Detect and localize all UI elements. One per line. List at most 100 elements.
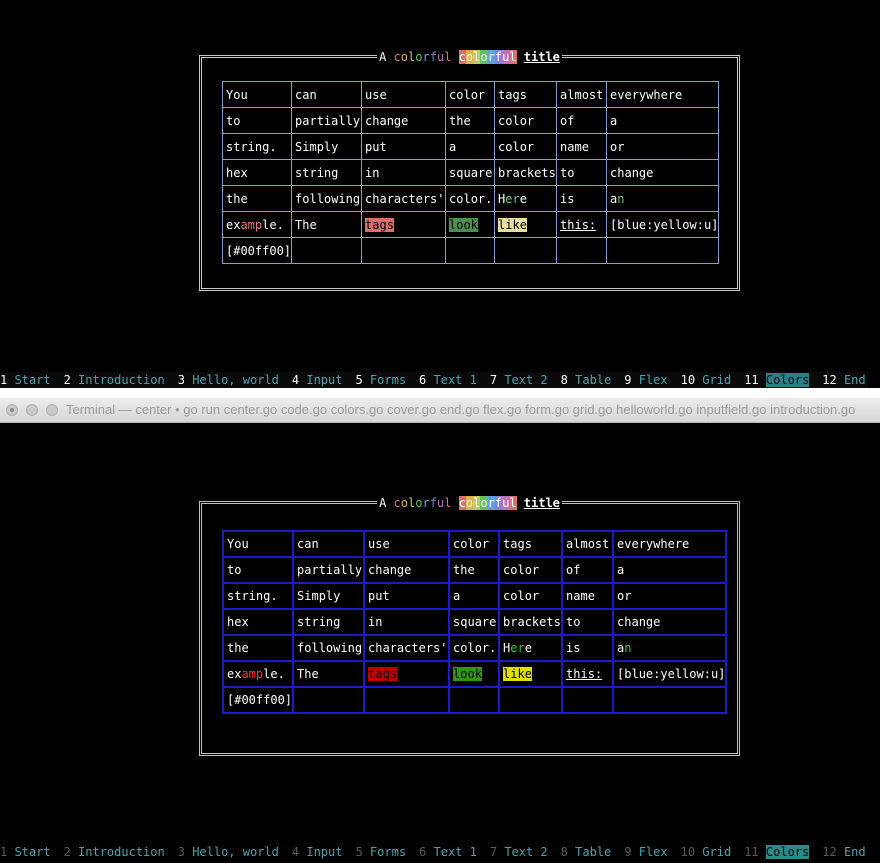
table-cell[interactable] <box>606 237 720 264</box>
table-cell[interactable]: or <box>612 582 728 610</box>
table-cell[interactable]: change <box>606 159 720 186</box>
table-cell[interactable]: of <box>561 556 615 584</box>
table-cell[interactable]: Simply <box>292 582 366 610</box>
table-cell[interactable]: change <box>361 107 447 134</box>
table-cell[interactable]: The <box>291 211 363 238</box>
table-cell[interactable]: following <box>292 634 366 662</box>
table-cell[interactable]: partially <box>291 107 363 134</box>
minimize-window-icon[interactable] <box>26 404 38 416</box>
table-cell[interactable]: characters' <box>363 634 451 662</box>
table-cell[interactable]: color. <box>448 634 501 662</box>
tab-start[interactable]: 1 Start <box>0 372 51 388</box>
table-cell[interactable]: a <box>448 582 501 610</box>
table-cell[interactable]: string <box>291 159 363 186</box>
table-cell[interactable]: Here <box>498 634 564 662</box>
table-cell[interactable]: a <box>445 133 496 160</box>
table-cell[interactable] <box>561 686 615 714</box>
table-cell[interactable]: string <box>292 608 366 636</box>
table-cell[interactable]: change <box>612 608 728 636</box>
table-cell[interactable]: example. <box>221 660 295 688</box>
table-cell[interactable] <box>361 237 447 264</box>
table-cell[interactable]: look <box>448 660 501 688</box>
table-cell[interactable]: a <box>606 107 720 134</box>
table-cell[interactable]: square <box>448 608 501 636</box>
tab-end[interactable]: 12 End <box>822 844 865 860</box>
table-cell[interactable]: color <box>494 133 558 160</box>
table-cell[interactable]: this: <box>556 211 608 238</box>
maximize-window-icon[interactable] <box>46 404 58 416</box>
table-cell[interactable]: put <box>361 133 447 160</box>
table-cell[interactable]: the <box>221 185 293 212</box>
tab-colors[interactable]: 11 Colors <box>744 372 810 388</box>
table-cell[interactable]: color. <box>445 185 496 212</box>
table-cell[interactable]: color <box>498 556 564 584</box>
tab-colors[interactable]: 11 Colors <box>744 844 810 860</box>
tab-introduction[interactable]: 2 Introduction <box>64 372 165 388</box>
tab-end[interactable]: 12 End <box>822 372 865 388</box>
tab-table[interactable]: 8 Table <box>561 844 612 860</box>
table-cell[interactable]: following <box>291 185 363 212</box>
table-cell[interactable]: [blue:yellow:u] <box>612 660 728 688</box>
table-cell[interactable] <box>363 686 451 714</box>
table-cell[interactable]: name <box>561 582 615 610</box>
table-cell[interactable] <box>291 237 363 264</box>
table-cell[interactable]: You <box>221 81 293 108</box>
tab-flex[interactable]: 9 Flex <box>624 372 667 388</box>
table-cell[interactable]: to <box>221 556 295 584</box>
table-cell[interactable]: color <box>498 582 564 610</box>
table-cell[interactable]: color <box>448 530 501 558</box>
tab-text-1[interactable]: 6 Text 1 <box>419 844 477 860</box>
table-cell[interactable]: a <box>612 556 728 584</box>
tab-forms[interactable]: 5 Forms <box>355 844 406 860</box>
table-cell[interactable]: color <box>494 107 558 134</box>
table-cell[interactable]: like <box>498 660 564 688</box>
table-cell[interactable]: almost <box>561 530 615 558</box>
table-cell[interactable]: use <box>363 530 451 558</box>
table-cell[interactable] <box>445 237 496 264</box>
table-cell[interactable]: partially <box>292 556 366 584</box>
table-cell[interactable]: can <box>291 81 363 108</box>
table-cell[interactable]: tags <box>361 211 447 238</box>
table-cell[interactable]: [#00ff00] <box>221 686 295 714</box>
tab-text-2[interactable]: 7 Text 2 <box>490 844 548 860</box>
table-cell[interactable]: brackets <box>494 159 558 186</box>
table-cell[interactable]: color <box>445 81 496 108</box>
table-cell[interactable]: tags <box>498 530 564 558</box>
table-cell[interactable] <box>448 686 501 714</box>
table-cell[interactable] <box>556 237 608 264</box>
tab-grid[interactable]: 10 Grid <box>681 372 732 388</box>
table-cell[interactable]: The <box>292 660 366 688</box>
table-cell[interactable]: to <box>221 107 293 134</box>
table-cell[interactable]: tags <box>363 660 451 688</box>
table-cell[interactable]: [#00ff00] <box>221 237 293 264</box>
table-cell[interactable] <box>494 237 558 264</box>
tab-hello-world[interactable]: 3 Hello, world <box>178 844 279 860</box>
table-cell[interactable]: the <box>221 634 295 662</box>
table-cell[interactable]: an <box>606 185 720 212</box>
table-cell[interactable]: You <box>221 530 295 558</box>
table-cell[interactable]: characters' <box>361 185 447 212</box>
table-cell[interactable]: Simply <box>291 133 363 160</box>
table-cell[interactable]: is <box>556 185 608 212</box>
table-cell[interactable]: or <box>606 133 720 160</box>
table-cell[interactable]: change <box>363 556 451 584</box>
tab-input[interactable]: 4 Input <box>292 372 343 388</box>
tab-forms[interactable]: 5 Forms <box>355 372 406 388</box>
table-cell[interactable]: hex <box>221 159 293 186</box>
table-cell[interactable]: look <box>445 211 496 238</box>
tab-table[interactable]: 8 Table <box>561 372 612 388</box>
table-cell[interactable]: this: <box>561 660 615 688</box>
table-cell[interactable]: an <box>612 634 728 662</box>
table-cell[interactable]: string. <box>221 133 293 160</box>
table-cell[interactable]: use <box>361 81 447 108</box>
tab-introduction[interactable]: 2 Introduction <box>64 844 165 860</box>
table-cell[interactable]: brackets <box>498 608 564 636</box>
table-cell[interactable]: the <box>448 556 501 584</box>
table-cell[interactable] <box>498 686 564 714</box>
table-cell[interactable]: everywhere <box>612 530 728 558</box>
close-window-icon[interactable] <box>6 404 18 416</box>
table-cell[interactable]: of <box>556 107 608 134</box>
tab-grid[interactable]: 10 Grid <box>681 844 732 860</box>
table-cell[interactable]: hex <box>221 608 295 636</box>
table-cell[interactable]: name <box>556 133 608 160</box>
